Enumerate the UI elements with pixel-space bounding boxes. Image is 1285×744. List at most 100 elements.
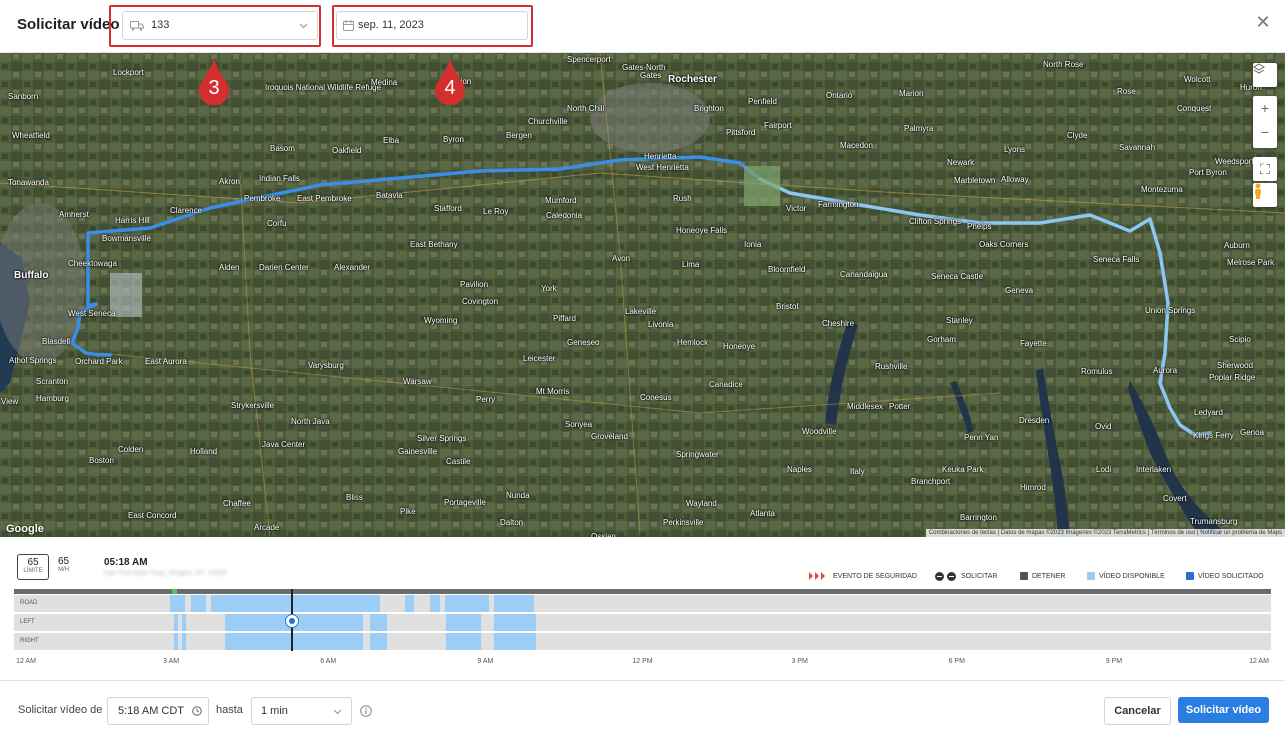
map-place-label: Canadice (709, 380, 743, 389)
date-picker[interactable]: sep. 11, 2023 (336, 11, 528, 40)
map-place-label: Elba (383, 136, 400, 145)
available-video-segment[interactable] (430, 595, 441, 612)
legend-label: VÍDEO SOLICITADO (1198, 572, 1264, 580)
map-place-label: Macedon (840, 141, 873, 150)
timeline-safety-mark (172, 589, 177, 594)
available-video-segment[interactable] (174, 614, 179, 631)
map-place-label: Castile (446, 457, 471, 466)
available-video-segment[interactable] (494, 595, 535, 612)
map-place-label: Blasdell (42, 337, 71, 346)
available-video-segment[interactable] (370, 633, 387, 650)
map-terrain (0, 53, 1285, 537)
map-place-label: Lakeville (625, 307, 657, 316)
request-video-button[interactable]: Solicitar vídeo (1178, 697, 1269, 723)
map-place-label: Dresden (1019, 416, 1050, 425)
map-place-label: Geneva (1005, 286, 1034, 295)
map-place-label: Alexander (334, 263, 371, 272)
legend-label: EVENTO DE SEGURIDAD (833, 572, 917, 580)
available-video-segment[interactable] (169, 595, 185, 612)
available-video-segment[interactable] (174, 633, 179, 650)
fullscreen-icon[interactable]: ⛶ (1253, 157, 1277, 181)
map-view[interactable]: Rochester Spencerport Gates-North Gates Lock… (0, 53, 1285, 537)
speed-limit-label: LÍMITE (23, 568, 43, 574)
map-place-label: Le Roy (483, 207, 509, 216)
dialog-footer: Solicitar vídeo de 5:18 AM CDT hasta 1 m… (0, 680, 1285, 744)
available-video-segment[interactable] (445, 614, 481, 631)
map-place-label: Fairport (764, 121, 792, 130)
available-video-segment[interactable] (493, 633, 537, 650)
map-place-label: Genoa (1240, 428, 1265, 437)
map-place-label: Mt Morris (536, 387, 570, 396)
map-place-label: Gainesville (398, 447, 438, 456)
map-place-label: North Java (291, 417, 330, 426)
keyboard-shortcuts-link[interactable]: Combinaciones de teclas (929, 530, 996, 536)
available-video-segment[interactable] (404, 595, 414, 612)
report-problem-link[interactable]: Notificar un problema de Maps (1200, 530, 1282, 536)
map-place-label: Lima (682, 260, 700, 269)
map-place-label: Scranton (36, 377, 69, 386)
available-video-segment[interactable] (181, 614, 186, 631)
timeline-topbar (14, 589, 1271, 594)
start-time-input[interactable]: 5:18 AM CDT (107, 697, 209, 725)
info-icon[interactable] (360, 705, 372, 717)
map-place-label: Gates (640, 71, 662, 80)
track-row-right[interactable]: RIGHT (14, 633, 1271, 650)
track-row-road[interactable]: ROAD (14, 595, 1271, 612)
map-place-label: East Concord (128, 511, 177, 520)
terms-link[interactable]: Términos de uso (1151, 530, 1196, 536)
street-view-icon[interactable] (1253, 183, 1277, 207)
annotation-marker-3: 3 (197, 59, 231, 105)
map-place-label: Cheshire (822, 319, 855, 328)
legend-safety: EVENTO DE SEGURIDAD (809, 572, 917, 580)
zoom-in-icon[interactable]: + (1253, 96, 1277, 120)
dialog-header: Solicitar vídeo 133 sep. 11, 2023 ✕ (0, 0, 1285, 53)
map-place-label: Montezuma (1141, 185, 1183, 194)
map-place-label: Palmyra (904, 124, 934, 133)
map-place-label: Perkinsville (663, 518, 704, 527)
available-video-segment[interactable] (445, 633, 481, 650)
legend-label: VÍDEO DISPONIBLE (1099, 572, 1165, 580)
map-place-label: Boston (89, 456, 114, 465)
track-row-left[interactable]: LEFT (14, 614, 1271, 631)
available-video-segment[interactable] (181, 633, 186, 650)
available-video-segment[interactable] (211, 595, 380, 612)
map-place-label: Medina (371, 78, 398, 87)
map-place-label: Barrington (960, 513, 997, 522)
map-place-label: Ionia (744, 240, 762, 249)
cancel-button[interactable]: Cancelar (1104, 697, 1171, 725)
map-place-label: Middlesex (847, 402, 884, 411)
map-place-label: Perry (476, 395, 496, 404)
fullscreen-control[interactable]: ⛶ (1253, 157, 1277, 181)
layers-control[interactable] (1253, 63, 1277, 87)
map-place-label: Bergen (506, 131, 532, 140)
available-video-segment[interactable] (370, 614, 387, 631)
zoom-out-icon[interactable]: − (1253, 120, 1277, 144)
map-place-label: Victor (786, 204, 807, 213)
available-video-segment[interactable] (191, 595, 207, 612)
available-video-segment[interactable] (493, 614, 537, 631)
to-label: hasta (216, 704, 243, 716)
available-video-segment[interactable] (445, 595, 490, 612)
map-place-label: Piffard (553, 314, 576, 323)
legend-requested: VÍDEO SOLICITADO (1186, 572, 1264, 580)
duration-select[interactable]: 1 min (251, 697, 352, 725)
annotation-label-4: 4 (444, 77, 456, 99)
close-icon[interactable]: ✕ (1255, 13, 1271, 31)
map-place-label: Springwater (676, 450, 719, 459)
axis-tick-label: 9 PM (1105, 658, 1123, 665)
map-place-label: Sanborn (8, 92, 39, 101)
layers-icon[interactable] (1253, 63, 1277, 87)
map-place-label: Pike (400, 507, 416, 516)
vehicle-select[interactable]: 133 (122, 11, 318, 40)
pegman-control[interactable] (1253, 183, 1277, 207)
map-place-label: Melrose Park (1227, 258, 1275, 267)
map-place-label: Italy (850, 467, 865, 476)
map-place-label: Hemlock (677, 338, 709, 347)
map-place-label: Ovid (1095, 422, 1112, 431)
map-place-label: Marion (899, 89, 924, 98)
map-place-label: Colden (118, 445, 144, 454)
map-place-label: Honeoye (723, 342, 756, 351)
zoom-control[interactable]: + − (1253, 96, 1277, 148)
available-video-segment[interactable] (224, 633, 363, 650)
map-place-label: Clifton Springs (909, 217, 962, 226)
